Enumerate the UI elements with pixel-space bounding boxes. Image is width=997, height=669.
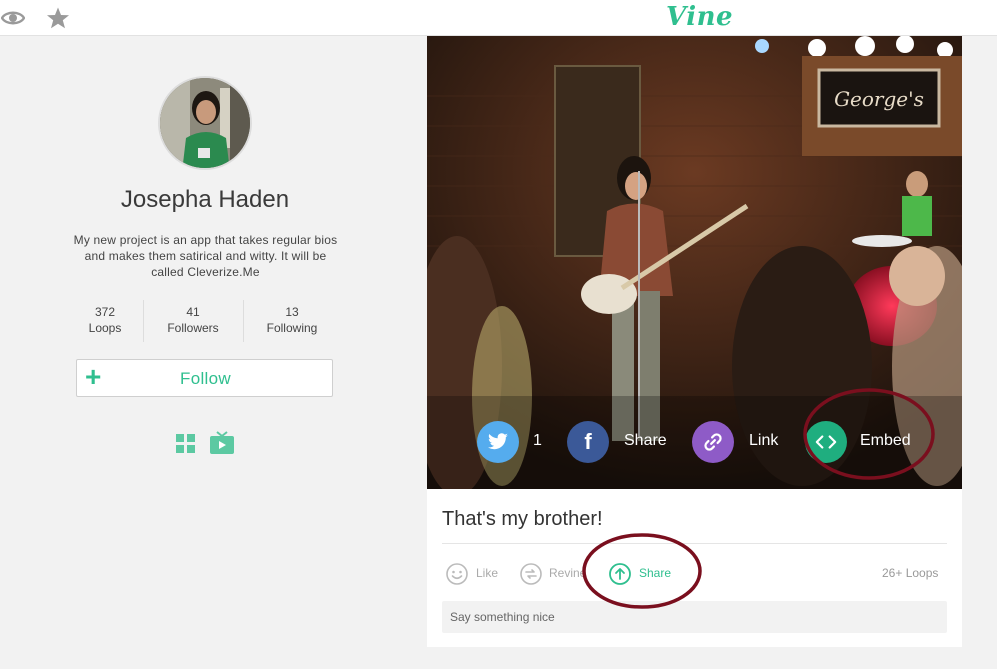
stat-following[interactable]: 13 Following bbox=[258, 304, 326, 336]
post-card: George's 1 f Share Link Embed That's my … bbox=[427, 36, 962, 647]
twitter-icon bbox=[488, 433, 508, 450]
stat-value: 41 bbox=[186, 305, 200, 319]
link-share-button[interactable] bbox=[692, 421, 734, 463]
stat-loops[interactable]: 372 Loops bbox=[85, 304, 125, 336]
profile-bio: My new project is an app that takes regu… bbox=[73, 233, 338, 279]
stat-label: Following bbox=[266, 321, 318, 335]
profile-name: Josepha Haden bbox=[120, 186, 290, 213]
like-label[interactable]: Like bbox=[476, 566, 498, 580]
top-bar: Vine bbox=[0, 0, 997, 36]
stat-value: 372 bbox=[94, 305, 116, 319]
eye-icon[interactable] bbox=[0, 5, 26, 31]
vine-logo[interactable]: Vine bbox=[666, 2, 733, 32]
twitter-count: 1 bbox=[533, 432, 542, 449]
comment-placeholder: Say something nice bbox=[450, 610, 555, 624]
share-label[interactable]: Share bbox=[639, 566, 671, 580]
stat-label: Loops bbox=[88, 321, 122, 335]
share-icon[interactable] bbox=[608, 562, 632, 586]
facebook-share-button[interactable]: f bbox=[567, 421, 609, 463]
link-icon bbox=[704, 433, 722, 451]
stat-followers[interactable]: 41 Followers bbox=[158, 304, 228, 336]
stat-value: 13 bbox=[285, 305, 299, 319]
star-icon[interactable] bbox=[45, 5, 71, 31]
revine-label[interactable]: Revine bbox=[549, 566, 585, 580]
stat-divider bbox=[143, 300, 144, 342]
link-share-label[interactable]: Link bbox=[749, 432, 778, 450]
loop-count: 26+ Loops bbox=[882, 566, 939, 580]
facebook-icon: f bbox=[584, 429, 592, 454]
avatar bbox=[158, 76, 252, 170]
facebook-share-label[interactable]: Share bbox=[624, 432, 667, 450]
twitter-share-button[interactable] bbox=[477, 421, 519, 463]
stat-divider bbox=[243, 300, 244, 342]
follow-button[interactable]: + Follow bbox=[76, 359, 333, 397]
embed-label[interactable]: Embed bbox=[860, 432, 911, 450]
embed-button[interactable] bbox=[805, 421, 847, 463]
follow-label: Follow bbox=[180, 369, 231, 388]
revine-icon[interactable] bbox=[519, 562, 543, 586]
embed-icon bbox=[815, 435, 837, 449]
post-caption: That's my brother! bbox=[442, 508, 603, 530]
like-icon[interactable] bbox=[445, 562, 469, 586]
svg-text:George's: George's bbox=[834, 87, 924, 111]
tv-view-icon[interactable] bbox=[209, 430, 235, 456]
stat-label: Followers bbox=[167, 321, 219, 335]
video-player[interactable]: George's 1 f Share Link Embed bbox=[427, 36, 962, 489]
grid-view-icon[interactable] bbox=[173, 430, 199, 456]
comment-input[interactable]: Say something nice bbox=[442, 601, 947, 633]
divider bbox=[442, 543, 947, 544]
